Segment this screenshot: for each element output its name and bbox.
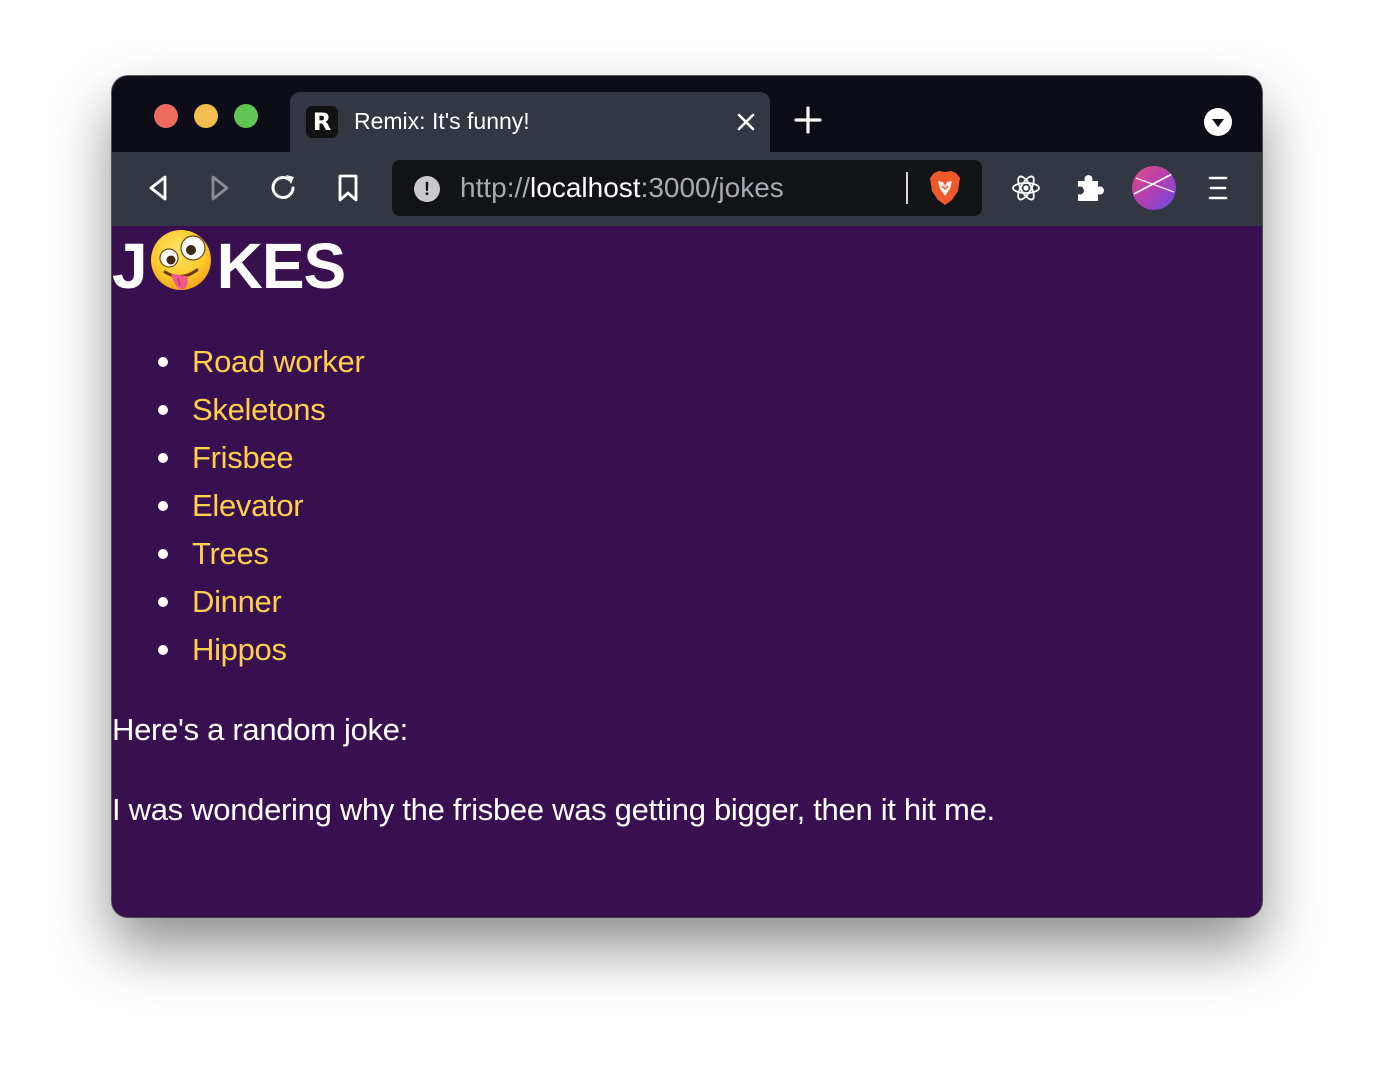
joke-link-hippos[interactable]: Hippos <box>192 632 287 667</box>
list-item: Hippos <box>112 626 364 674</box>
random-joke-heading: Here's a random joke: <box>112 712 408 747</box>
jokes-list: Road worker Skeletons Frisbee Elevator T… <box>112 338 365 674</box>
list-item: Road worker <box>112 338 365 386</box>
joke-link-elevator[interactable]: Elevator <box>192 488 304 523</box>
url-text[interactable]: http://localhost:3000/jokes <box>460 172 784 204</box>
bookmark-icon <box>338 174 358 202</box>
back-icon <box>149 175 167 201</box>
zoom-window-button[interactable] <box>234 104 258 128</box>
react-devtools-button[interactable] <box>1008 170 1044 206</box>
close-icon <box>737 113 755 131</box>
reload-icon <box>271 175 295 199</box>
profile-pattern-icon <box>1133 173 1175 195</box>
joke-link-skeletons[interactable]: Skeletons <box>192 392 326 427</box>
joke-link-dinner[interactable]: Dinner <box>192 584 282 619</box>
joke-link-trees[interactable]: Trees <box>192 536 269 571</box>
title-letters-kes: KES <box>216 230 347 302</box>
avatar[interactable] <box>1132 166 1176 210</box>
bullet-icon <box>158 645 168 655</box>
url-host: localhost <box>530 172 641 203</box>
url-path: :3000/jokes <box>640 172 784 203</box>
close-window-button[interactable] <box>154 104 178 128</box>
bullet-icon <box>158 357 168 367</box>
random-joke-text: I was wondering why the frisbee was gett… <box>112 792 995 827</box>
tab-strip: R Remix: It's funny! <box>112 76 1262 152</box>
forward-icon <box>211 175 229 201</box>
url-separator <box>906 172 908 204</box>
hamburger-icon <box>1208 176 1228 200</box>
extensions-button[interactable] <box>1072 170 1108 206</box>
new-tab-button[interactable] <box>792 104 824 136</box>
bullet-icon <box>158 405 168 415</box>
bullet-icon <box>158 453 168 463</box>
title-letter-j: J <box>112 230 148 302</box>
back-button[interactable] <box>140 170 176 206</box>
bookmark-button[interactable] <box>330 170 366 206</box>
tab-active[interactable]: R Remix: It's funny! <box>290 92 770 152</box>
joke-link-road-worker[interactable]: Road worker <box>192 344 365 379</box>
chevron-down-icon <box>1212 119 1224 127</box>
page-content: J KES Road worker Skeletons Frisbee Elev… <box>112 226 1262 917</box>
reload-button[interactable] <box>266 170 302 206</box>
bullet-icon <box>158 549 168 559</box>
list-item: Dinner <box>112 578 364 626</box>
remix-logo-icon: R <box>306 106 338 138</box>
url-scheme: http:// <box>460 172 531 203</box>
zany-face-emoji-icon <box>150 230 211 290</box>
tab-menu-button[interactable] <box>1204 108 1232 136</box>
bullet-icon <box>158 597 168 607</box>
list-item: Elevator <box>112 482 364 530</box>
brave-shields-button[interactable] <box>928 169 962 207</box>
joke-link-frisbee[interactable]: Frisbee <box>192 440 294 475</box>
plus-icon <box>794 106 822 134</box>
react-icon <box>1012 175 1040 201</box>
minimize-window-button[interactable] <box>194 104 218 128</box>
address-bar[interactable]: ! http://localhost:3000/jokes <box>392 160 982 216</box>
list-item: Frisbee <box>112 434 364 482</box>
list-item: Trees <box>112 530 364 578</box>
browser-window: R Remix: It's funny! ! http://localhost:… <box>112 76 1262 917</box>
main-menu-button[interactable] <box>1200 170 1236 206</box>
forward-button[interactable] <box>202 170 238 206</box>
page-title: J KES <box>112 226 347 306</box>
site-info-icon[interactable]: ! <box>414 176 440 202</box>
puzzle-icon <box>1078 175 1104 201</box>
browser-toolbar: ! http://localhost:3000/jokes <box>112 152 1262 226</box>
brave-shields-icon <box>930 171 960 205</box>
bullet-icon <box>158 501 168 511</box>
list-item: Skeletons <box>112 386 364 434</box>
tab-title: Remix: It's funny! <box>354 108 530 134</box>
tab-close-button[interactable] <box>732 108 760 136</box>
